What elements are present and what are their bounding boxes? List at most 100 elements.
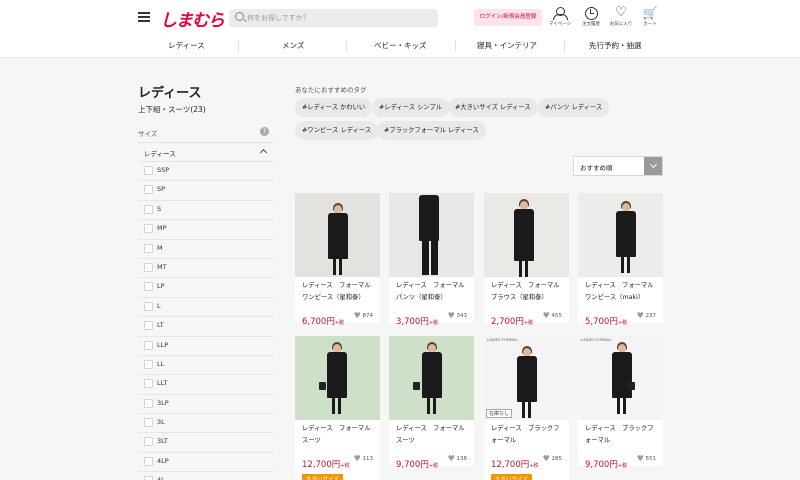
size-checkbox[interactable]	[144, 262, 153, 272]
product-card[interactable]: レディース フォーマルワンピース（maki） 5,700円+税 ♥ 237	[578, 193, 663, 327]
product-name[interactable]: レディース ブラックフォーマル	[484, 420, 569, 452]
favorite-count[interactable]: ♥ 343	[448, 311, 467, 320]
nav-baby-kids[interactable]: ベビー・キッズ	[374, 40, 427, 51]
favorite-count[interactable]: ♥ 551	[637, 454, 656, 463]
product-image[interactable]	[295, 193, 380, 277]
size-option[interactable]: 3L	[138, 414, 273, 434]
size-checkbox[interactable]	[144, 456, 153, 466]
favorite-count[interactable]: ♥ 138	[448, 454, 467, 463]
size-checkbox[interactable]	[144, 224, 153, 234]
site-logo[interactable]: しまむら	[160, 6, 225, 31]
size-option[interactable]: LL	[138, 356, 273, 376]
product-image[interactable]	[389, 336, 474, 420]
size-checkbox[interactable]	[144, 398, 153, 408]
tag-chip[interactable]: #レディース かわいい	[295, 98, 373, 117]
size-checkbox[interactable]	[144, 185, 153, 195]
product-name[interactable]: レディース フォーマルブラウス（星和泰）	[484, 277, 569, 309]
product-card[interactable]: レディース フォーマルブラウス（星和泰） 2,700円+税 ♥ 455	[484, 193, 569, 327]
tag-chip[interactable]: #大きいサイズ レディース	[448, 98, 538, 117]
heart-icon: ♥	[636, 311, 644, 320]
size-checkbox[interactable]	[144, 301, 153, 311]
size-option[interactable]: LLT	[138, 375, 273, 395]
nav-divider	[455, 41, 456, 51]
brand-label: LADIES FORMAL	[487, 338, 518, 342]
search-input[interactable]	[247, 9, 432, 27]
size-option[interactable]: LT	[138, 317, 273, 337]
size-option[interactable]: M	[138, 240, 273, 259]
product-image[interactable]	[578, 193, 663, 277]
favorite-count[interactable]: ♥ 237	[637, 311, 656, 320]
heart-icon: ♥	[542, 454, 550, 463]
product-image[interactable]: LADIES FORMAL	[578, 336, 663, 420]
size-option[interactable]: MT	[138, 259, 273, 279]
price-row: 9,700円+税 ♥ 551	[578, 452, 663, 470]
size-checkbox[interactable]	[144, 282, 153, 292]
size-checkbox[interactable]	[144, 321, 153, 331]
price-row: 2,700円+税 ♥ 455	[484, 309, 569, 327]
tag-chip[interactable]: #レディース シンプル	[372, 98, 450, 117]
size-checkbox[interactable]	[144, 243, 153, 253]
size-option[interactable]: MP	[138, 220, 273, 240]
favorite-count[interactable]: ♥ 874	[354, 311, 373, 320]
chevron-down-icon	[644, 157, 662, 175]
product-name[interactable]: レディース フォーマルスーツ	[389, 420, 474, 452]
size-option[interactable]: SP	[138, 181, 273, 201]
product-name[interactable]: レディース ブラックフォーマル	[578, 420, 663, 452]
product-name[interactable]: レディース フォーマルパンツ（星和泰）	[389, 277, 474, 309]
product-name[interactable]: レディース フォーマルワンピース（星和泰）	[295, 277, 380, 309]
tag-chip[interactable]: #パンツ レディース	[538, 98, 610, 117]
login-button[interactable]: ログイン/新規会員登録	[474, 9, 542, 26]
product-card[interactable]: レディース フォーマルスーツ 12,700円+税 ♥ 113 大きいサイズ	[295, 336, 380, 480]
sort-select[interactable]: おすすめ順	[573, 156, 663, 176]
help-icon[interactable]: ?	[260, 127, 269, 136]
size-option[interactable]: 3LT	[138, 433, 273, 453]
product-card[interactable]: LADIES FORMAL 在庫なし レディース ブラックフォーマル 12,700円+…	[484, 336, 569, 480]
size-option[interactable]: SSP	[138, 162, 273, 182]
order-history-button[interactable]: 注文履歴	[576, 6, 606, 27]
size-group-toggle[interactable]: レディース	[138, 142, 273, 162]
product-card[interactable]: レディース フォーマルワンピース（星和泰） 6,700円+税 ♥ 874	[295, 193, 380, 327]
mypage-button[interactable]: マイページ	[545, 6, 575, 27]
product-image[interactable]	[295, 336, 380, 420]
nav-bedding-interior[interactable]: 寝具・インテリア	[477, 40, 537, 51]
tag-chip[interactable]: #ワンピース レディース	[295, 121, 379, 140]
chevron-up-icon	[259, 148, 268, 157]
size-checkbox[interactable]	[144, 437, 153, 447]
size-option-label: LLT	[157, 379, 168, 388]
size-checkbox[interactable]	[144, 204, 153, 214]
product-image[interactable]: LADIES FORMAL 在庫なし	[484, 336, 569, 420]
product-card[interactable]: LADIES FORMAL レディース ブラックフォーマル 9,700円+税 ♥ 55…	[578, 336, 663, 470]
size-option[interactable]: 4L	[138, 472, 273, 480]
nav-ladies[interactable]: レディース	[168, 40, 205, 51]
product-name[interactable]: レディース フォーマルスーツ	[295, 420, 380, 452]
search-box[interactable]	[229, 9, 438, 27]
size-checkbox[interactable]	[144, 476, 153, 480]
size-checkbox[interactable]	[144, 418, 153, 428]
nav-preorder-lottery[interactable]: 先行予約・抽選	[589, 40, 642, 51]
product-card[interactable]: レディース フォーマルパンツ（星和泰） 3,700円+税 ♥ 343	[389, 193, 474, 327]
size-checkbox[interactable]	[144, 379, 153, 389]
favorite-count[interactable]: ♥ 285	[543, 454, 562, 463]
favorite-count[interactable]: ♥ 113	[354, 454, 373, 463]
menu-icon[interactable]	[138, 12, 150, 22]
cart-button[interactable]: 🛒 カート	[635, 6, 665, 27]
size-checkbox[interactable]	[144, 359, 153, 369]
size-option[interactable]: 3LP	[138, 395, 273, 415]
size-option[interactable]: L	[138, 298, 273, 318]
product-card[interactable]: レディース フォーマルスーツ 9,700円+税 ♥ 138	[389, 336, 474, 470]
product-image[interactable]	[389, 193, 474, 277]
tag-chip[interactable]: #ブラックフォーマル レディース	[377, 121, 486, 140]
heart-icon: ♥	[542, 311, 550, 320]
product-image[interactable]	[484, 193, 569, 277]
product-name[interactable]: レディース フォーマルワンピース（maki）	[578, 277, 663, 309]
size-option[interactable]: LP	[138, 278, 273, 298]
favorites-button[interactable]: ♡ お気に入り	[606, 6, 636, 28]
favorite-count[interactable]: ♥ 455	[543, 311, 562, 320]
size-option[interactable]: S	[138, 201, 273, 221]
size-option[interactable]: LLP	[138, 337, 273, 356]
nav-mens[interactable]: メンズ	[282, 40, 304, 51]
size-checkbox[interactable]	[144, 340, 153, 350]
size-checkbox[interactable]	[144, 166, 153, 175]
heart-icon: ♥	[353, 454, 361, 463]
size-option[interactable]: 4LP	[138, 453, 273, 473]
